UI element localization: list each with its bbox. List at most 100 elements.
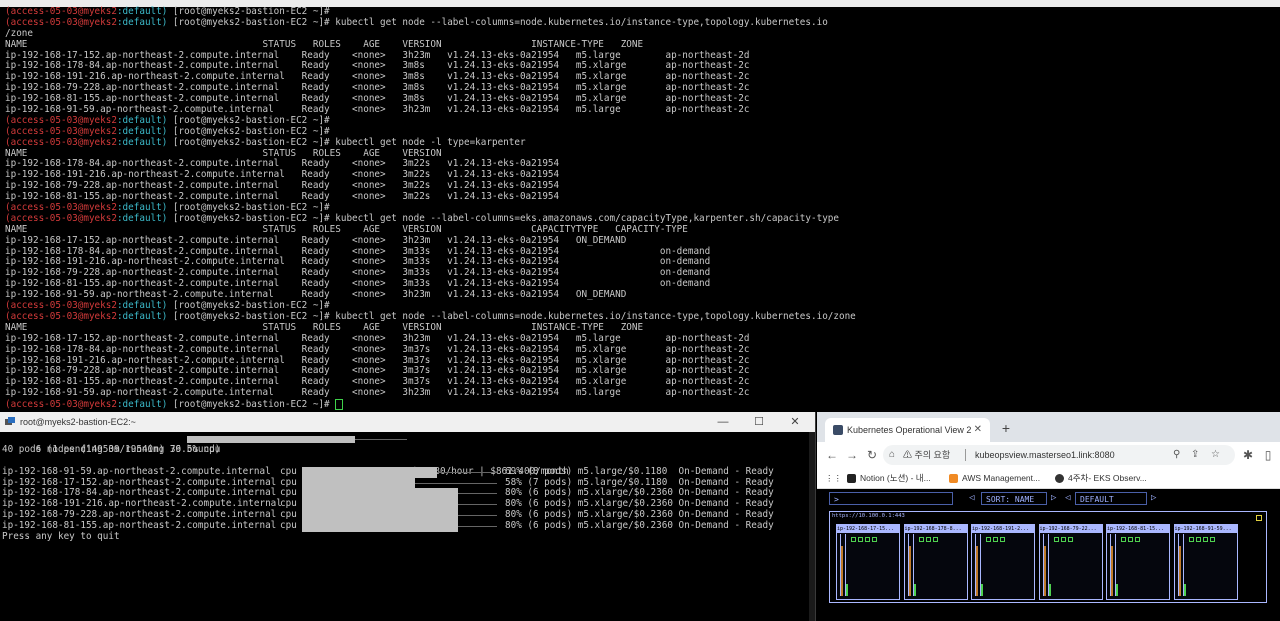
kov-node[interactable]: ip-192-168-81-15... (1106, 524, 1170, 600)
tab-kube-ops-view[interactable]: Kubernetes Operational View 2 ✕ (825, 418, 990, 442)
kov-pod[interactable] (1060, 537, 1066, 542)
bookmark-star-icon[interactable]: ☆ (1211, 445, 1220, 465)
node-viewer-output: 6 nodes (14950m/19540m) 76.5% cpu $1.180… (2, 434, 774, 543)
kov-node[interactable]: ip-192-168-91-59... (1173, 524, 1238, 600)
bookmark-notion[interactable]: Notion (노션) - 내... (847, 468, 931, 488)
reload-icon[interactable]: ↻ (865, 448, 879, 462)
forward-arrow-icon[interactable]: → (845, 448, 859, 462)
node-cpu-bar-empty (458, 515, 497, 517)
terminal-bottom-window[interactable]: root@myeks2-bastion-EC2:~ — ☐ ✕ 6 nodes … (0, 412, 816, 621)
terminal-text: ip-192-168-81-155.ap-northeast-2.compute… (5, 93, 750, 105)
terminal-scrollbar[interactable] (809, 432, 815, 621)
terminal-text: :default) (116, 202, 168, 214)
url-text[interactable]: kubeopsview.masterseo1.link:8080 (975, 445, 1115, 465)
node-info: 69% (8 pods) m5.large/$0.1180 On-Demand … (505, 465, 774, 477)
apps-grid-icon[interactable]: ⋮⋮ (825, 468, 842, 488)
minimize-button[interactable]: — (705, 412, 741, 432)
share-icon[interactable]: ⇪ (1191, 445, 1199, 465)
browser-window[interactable]: Kubernetes Operational View 2 ✕ + ← → ↻ … (817, 412, 1280, 621)
kov-node-label: ip-192-168-79-22... (1039, 525, 1102, 533)
maximize-button[interactable]: ☐ (741, 412, 777, 432)
node-resource: cpu (280, 465, 297, 477)
terminal-text: :default) (116, 125, 168, 137)
bookmark-aws[interactable]: AWS Management... (949, 468, 1040, 488)
terminal-text: [root@myeks2-bastion-EC2 ~]# kubectl get… (167, 310, 856, 322)
close-button[interactable]: ✕ (777, 412, 813, 432)
terminal-text: :default) (116, 114, 168, 126)
kov-pod[interactable] (858, 537, 863, 542)
terminal-text: NAME STATUS ROLES AGE VERSION INSTANCE-T… (5, 38, 644, 50)
kov-pod[interactable] (918, 537, 924, 542)
node-name: ip-192-168-81-155.ap-northeast-2.compute… (2, 520, 277, 532)
terminal-text: ip-192-168-91-59.ap-northeast-2.compute.… (5, 104, 750, 116)
kov-cpu-gauge-fill (908, 546, 911, 596)
terminal-text: :default) (116, 16, 168, 28)
kov-pod[interactable] (1195, 537, 1201, 542)
sort-prev-icon[interactable]: ◁ (969, 492, 974, 505)
kov-pod[interactable] (993, 537, 998, 542)
home-icon[interactable]: ⌂ (889, 445, 895, 465)
kov-node[interactable]: ip-192-168-79-22... (1038, 524, 1103, 600)
zoom-search-icon[interactable]: ⚲ (1173, 445, 1180, 465)
terminal-text: ip-192-168-178-84.ap-northeast-2.compute… (5, 343, 750, 355)
tab-close-icon[interactable]: ✕ (974, 418, 982, 442)
kov-pod[interactable] (986, 537, 991, 542)
extensions-icon[interactable]: ✱ (1241, 448, 1255, 462)
cluster-box[interactable]: https://10.100.0.1:443 ip-192-168-17-15.… (829, 511, 1267, 603)
terminal-text: ip-192-168-178-84.ap-northeast-2.compute… (5, 158, 560, 170)
filter-input[interactable]: > (829, 492, 953, 505)
kov-node[interactable]: ip-192-168-178-8... (903, 524, 968, 600)
bookmark-eks[interactable]: 4주차- EKS Observ... (1055, 468, 1147, 488)
side-panel-icon[interactable]: ▯ (1261, 448, 1275, 462)
kov-pod[interactable] (1121, 537, 1126, 542)
terminal-bottom-title: root@myeks2-bastion-EC2:~ (20, 417, 136, 427)
kov-node[interactable]: ip-192-168-17-15... (836, 524, 900, 600)
node-cpu-bar-fill (302, 488, 458, 500)
terminal-text: ip-192-168-81-155.ap-northeast-2.compute… (5, 376, 750, 388)
kov-pod[interactable] (932, 537, 938, 542)
namespace-next-icon[interactable]: ▷ (1151, 492, 1156, 505)
sort-selector[interactable]: SORT: NAME (981, 492, 1047, 505)
kov-pod[interactable] (1000, 537, 1005, 542)
aws-icon (949, 474, 958, 484)
namespace-selector[interactable]: DEFAULT (1075, 492, 1147, 505)
kov-pod[interactable] (851, 537, 856, 542)
cluster-status-icon (1256, 515, 1262, 521)
kov-mem-gauge-fill (913, 584, 916, 596)
kov-pod[interactable] (925, 537, 931, 542)
kov-cpu-gauge (1042, 534, 1047, 596)
tab-strip: Kubernetes Operational View 2 ✕ + (817, 412, 1280, 442)
kov-pod[interactable] (1053, 537, 1059, 542)
cluster-label: https://10.100.0.1:443 (832, 513, 905, 519)
terminal-top-window[interactable]: (access-05-03@myeks2:default) [root@myek… (0, 0, 1280, 412)
kov-node[interactable]: ip-192-168-191-2... (971, 524, 1035, 600)
node-name: ip-192-168-191-216.ap-northeast-2.comput… (2, 498, 282, 510)
kov-mem-gauge (912, 534, 917, 596)
sort-next-icon[interactable]: ▷ (1051, 492, 1056, 505)
kov-pod[interactable] (1202, 537, 1208, 542)
kov-pod[interactable] (1188, 537, 1194, 542)
kov-pod[interactable] (1135, 537, 1140, 542)
node-cpu-bar (302, 466, 497, 478)
kov-mem-gauge (980, 534, 984, 596)
security-warning[interactable]: ⚠ 주의 요함 (903, 445, 950, 465)
node-cpu-bar-fill (302, 466, 437, 478)
omnibox[interactable]: ⌂ ⚠ 주의 요함 kubeopsview.masterseo1.link:80… (883, 445, 1235, 465)
new-tab-button[interactable]: + (997, 418, 1015, 438)
kov-cpu-gauge (975, 534, 979, 596)
namespace-prev-icon[interactable]: ◁ (1065, 492, 1070, 505)
terminal-text: NAME STATUS ROLES AGE VERSION INSTANCE-T… (5, 321, 644, 333)
terminal-text: ip-192-168-81-155.ap-northeast-2.compute… (5, 278, 711, 290)
terminal-text: ip-192-168-81-155.ap-northeast-2.compute… (5, 191, 560, 203)
kov-pod[interactable] (1067, 537, 1073, 542)
terminal-text: ip-192-168-17-152.ap-northeast-2.compute… (5, 332, 750, 344)
kov-pod[interactable] (865, 537, 870, 542)
kov-mem-gauge-fill (981, 584, 983, 596)
kube-ops-view-canvas[interactable]: > ◁ SORT: NAME ▷ ◁ DEFAULT ▷ https://10.… (817, 489, 1280, 621)
kov-pod[interactable] (1209, 537, 1215, 542)
kov-pod[interactable] (1128, 537, 1133, 542)
back-arrow-icon[interactable]: ← (825, 448, 839, 462)
kov-pod[interactable] (872, 537, 877, 542)
node-rows: ip-192-168-91-59.ap-northeast-2.compute.… (2, 466, 774, 533)
node-cpu-bar-fill (302, 510, 458, 522)
